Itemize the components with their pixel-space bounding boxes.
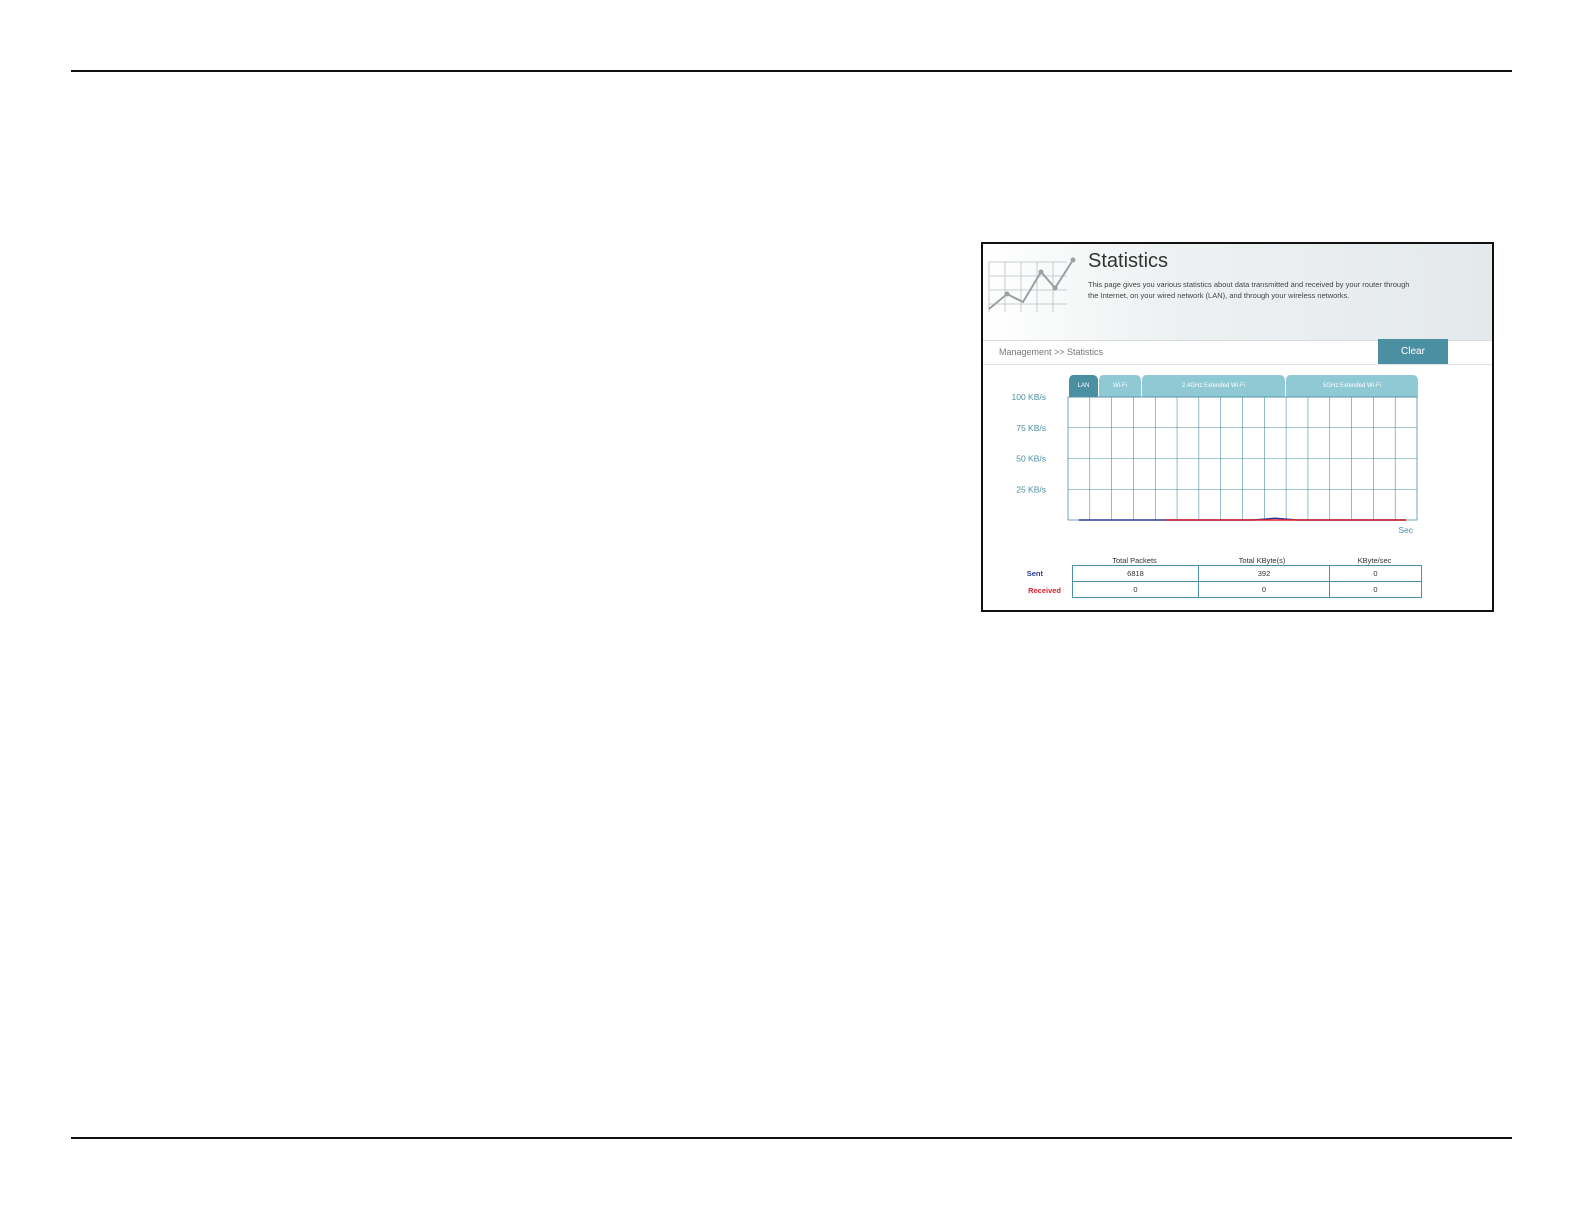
column-header-total-packets: Total Packets — [1112, 556, 1157, 565]
y-tick-label-100: 100 KB/s — [1012, 392, 1047, 402]
statistics-table: 6818 392 0 0 0 0 — [1072, 565, 1422, 598]
y-tick-label-50: 50 KB/s — [1016, 454, 1046, 464]
x-axis-unit-label: Sec — [1398, 525, 1413, 535]
row-label-sent: Sent — [1026, 569, 1043, 578]
bottom-rule — [71, 1137, 1512, 1139]
chart-grid — [1067, 396, 1418, 521]
sent-kbyte-per-sec: 0 — [1329, 565, 1422, 582]
traffic-chart: 100 KB/s 75 KB/s 50 KB/s 25 KB/s Sec — [1012, 392, 1418, 535]
table-row: 6818 392 0 — [1072, 565, 1422, 582]
received-total-packets: 0 — [1072, 581, 1199, 598]
received-total-kbytes: 0 — [1198, 581, 1330, 598]
chart-y-axis-labels: 100 KB/s 75 KB/s 50 KB/s 25 KB/s — [1012, 392, 1047, 494]
sent-total-kbytes: 392 — [1198, 565, 1330, 582]
y-tick-label-75: 75 KB/s — [1016, 423, 1046, 433]
column-header-kbyte-per-sec: KByte/sec — [1357, 556, 1392, 565]
row-label-received: Received — [1028, 586, 1061, 595]
received-kbyte-per-sec: 0 — [1329, 581, 1422, 598]
table-row: 0 0 0 — [1072, 581, 1422, 598]
column-header-total-kbytes: Total KByte(s) — [1238, 556, 1286, 565]
statistics-screenshot-panel: Statistics This page gives you various s… — [981, 242, 1494, 612]
sent-total-packets: 6818 — [1072, 565, 1199, 582]
top-rule — [71, 70, 1512, 72]
y-tick-label-25: 25 KB/s — [1016, 484, 1046, 494]
